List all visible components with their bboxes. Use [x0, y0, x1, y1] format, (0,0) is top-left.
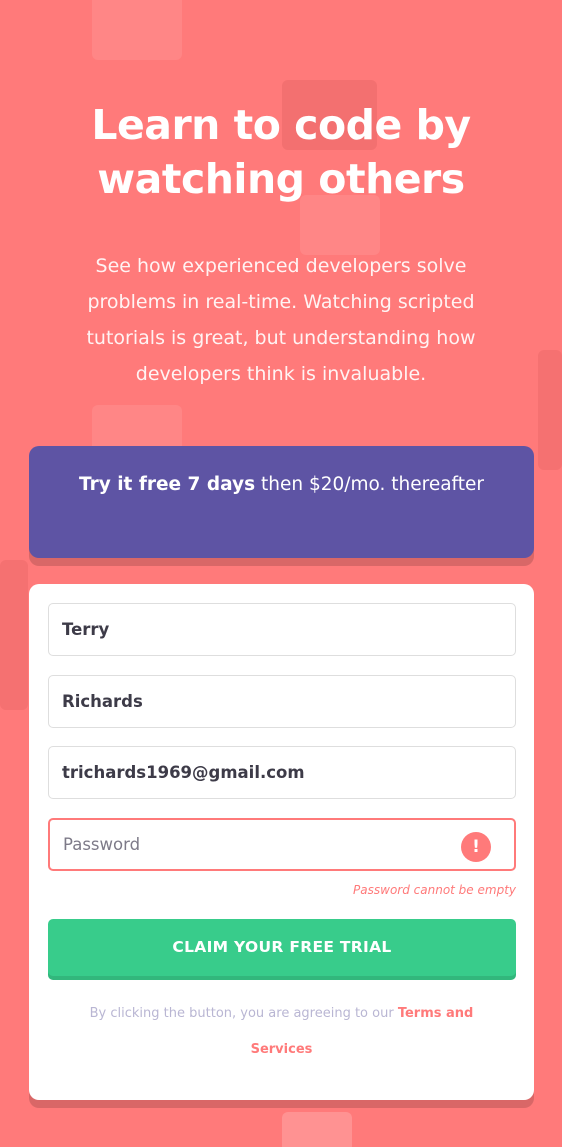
email-value: trichards1969@gmail.com — [62, 763, 305, 782]
last-name-field[interactable]: Richards — [48, 675, 516, 728]
claim-trial-button[interactable]: CLAIM YOUR FREE TRIAL — [48, 919, 516, 980]
signup-form: Terry Richards trichards1969@gmail.com P… — [29, 584, 534, 1100]
error-icon: ! — [461, 832, 491, 862]
terms-text: By clicking the button, you are agreeing… — [89, 1006, 394, 1021]
first-name-value: Terry — [62, 620, 110, 639]
password-field[interactable]: Password ! — [48, 818, 516, 871]
password-placeholder: Password — [63, 835, 141, 854]
trial-banner-bold: Try it free 7 days — [79, 474, 256, 495]
terms-notice: By clicking the button, you are agreeing… — [69, 996, 494, 1068]
trial-banner: Try it free 7 days then $20/mo. thereaft… — [29, 446, 534, 558]
trial-banner-text: then $20/mo. thereafter — [260, 474, 484, 495]
page-title: Learn to code by watching others — [91, 101, 471, 203]
email-field[interactable]: trichards1969@gmail.com — [48, 746, 516, 799]
first-name-field[interactable]: Terry — [48, 603, 516, 656]
last-name-value: Richards — [62, 692, 143, 711]
password-error-message: Password cannot be empty — [353, 883, 516, 897]
hero-section: Learn to code by watching others See how… — [0, 98, 562, 392]
hero-description: See how experienced developers solve pro… — [86, 255, 476, 385]
